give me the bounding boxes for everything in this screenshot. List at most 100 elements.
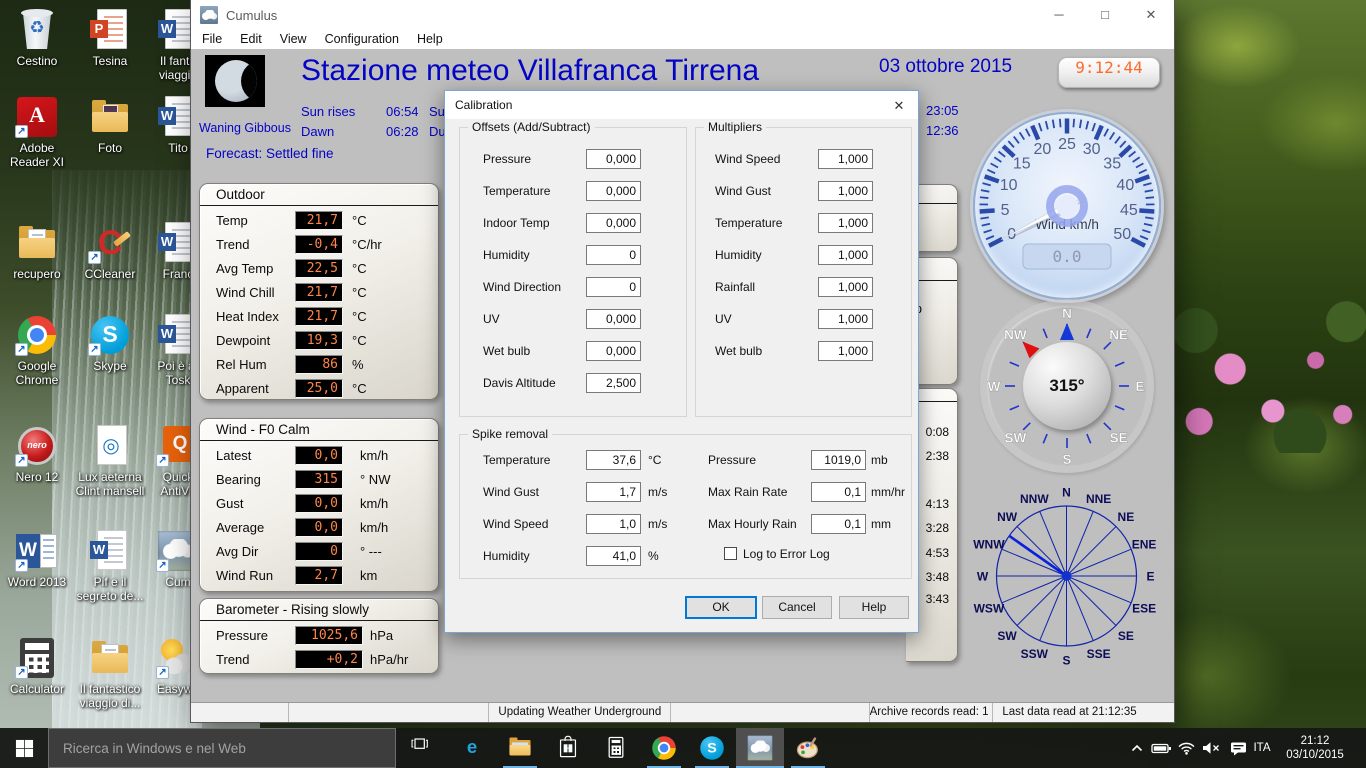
svg-text:10: 10 — [1000, 177, 1018, 194]
search-input[interactable]: Ricerca in Windows e nel Web — [48, 728, 396, 768]
taskbar-app-file-explorer[interactable] — [496, 728, 544, 768]
desktop-icon-label: Tesina — [74, 54, 146, 68]
desktop-icon-adobe-reader-xi[interactable]: AdobeReader XI — [1, 95, 73, 169]
offset-temperature-input[interactable]: 0,000 — [586, 181, 641, 201]
start-button[interactable] — [0, 728, 48, 768]
menu-item-edit[interactable]: Edit — [231, 30, 271, 49]
desktop-icon-nero-12[interactable]: Nero 12 — [1, 424, 73, 484]
dialog-titlebar[interactable]: Calibration ✕ — [445, 91, 918, 119]
wifi-icon[interactable] — [1174, 728, 1198, 768]
offset-wet-bulb-input[interactable]: 0,000 — [586, 341, 641, 361]
barometer-panel: Barometer - Rising slowly Pressure1025,6… — [199, 598, 439, 674]
desktop-icon-pif-e-il-segreto[interactable]: Pif e ilsegreto de... — [74, 529, 146, 603]
row-unit: °C — [352, 285, 367, 300]
svg-text:SSW: SSW — [1021, 647, 1049, 661]
multiplier-temperature-input[interactable]: 1,000 — [818, 213, 873, 233]
svg-text:NE: NE — [1109, 327, 1128, 342]
spike-temperature-input[interactable]: 37,6 — [586, 450, 641, 470]
spike-max-hourly-rain-input[interactable]: 0,1 — [811, 514, 866, 534]
taskbar-app-skype[interactable] — [688, 728, 736, 768]
desktop: CestinoTesinaIl fantaviaggioAdobeReader … — [0, 0, 1366, 768]
desktop-icon-label: AdobeReader XI — [1, 141, 73, 169]
taskbar-app-calculator[interactable] — [592, 728, 640, 768]
moon-icon — [215, 60, 257, 102]
taskbar-app-paint[interactable] — [784, 728, 832, 768]
spike-group-title: Spike removal — [468, 427, 552, 441]
offset-humidity-input[interactable]: 0 — [586, 245, 641, 265]
panel-divider — [200, 205, 438, 206]
menu-item-configuration[interactable]: Configuration — [316, 30, 408, 49]
desktop-icon-label: CCleaner — [74, 267, 146, 281]
language-indicator[interactable]: ITA — [1250, 728, 1274, 768]
battery-icon[interactable] — [1148, 728, 1174, 768]
offset-indoor-temp-input[interactable]: 0,000 — [586, 213, 641, 233]
clock-display[interactable]: 9:12:44 — [1058, 57, 1160, 88]
taskbar-app-store[interactable] — [544, 728, 592, 768]
tray-chevron-icon[interactable] — [1126, 728, 1148, 768]
wind-wind-run-value: 2,7 — [295, 566, 343, 585]
svg-text:N: N — [1062, 306, 1072, 321]
maximize-icon[interactable]: □ — [1082, 0, 1128, 30]
svg-text:E: E — [1135, 379, 1144, 394]
desktop-icon-google-chrome[interactable]: GoogleChrome — [1, 313, 73, 387]
cancel-button[interactable]: Cancel — [762, 596, 832, 619]
desktop-icon-tesina[interactable]: Tesina — [74, 8, 146, 68]
menu-item-help[interactable]: Help — [408, 30, 452, 49]
dialog-close-icon[interactable]: ✕ — [890, 97, 908, 115]
desktop-icon-ccleaner[interactable]: CCleaner — [74, 221, 146, 281]
row-label: Trend — [216, 237, 249, 252]
offset-davis-altitude-input[interactable]: 2,500 — [586, 373, 641, 393]
tray-clock[interactable]: 21:12 03/10/2015 — [1272, 728, 1358, 768]
help-button[interactable]: Help — [839, 596, 909, 619]
outdoor-panel: Outdoor Temp21,7°CTrend-0,4°C/hrAvg Temp… — [199, 183, 439, 400]
desktop-icon-il-fantastico-viaggio-folder[interactable]: Il fantasticoviaggio di... — [74, 636, 146, 710]
skype-icon — [88, 313, 132, 357]
desktop-icon-foto[interactable]: Foto — [74, 95, 146, 155]
taskbar-app-cumulus[interactable] — [736, 728, 784, 768]
offset-uv-input[interactable]: 0,000 — [586, 309, 641, 329]
multiplier-wet-bulb-input[interactable]: 1,000 — [818, 341, 873, 361]
chrome-icon — [15, 313, 59, 357]
wind-gust-value: 0,0 — [295, 494, 343, 513]
multiplier-humidity-input[interactable]: 1,000 — [818, 245, 873, 265]
minimize-icon[interactable]: ─ — [1036, 0, 1082, 30]
row-unit: °C — [352, 381, 367, 396]
menu-item-file[interactable]: File — [193, 30, 231, 49]
spike-wind-gust-input[interactable]: 1,7 — [586, 482, 641, 502]
desktop-icon-cestino[interactable]: Cestino — [1, 8, 73, 68]
multiplier-uv-input[interactable]: 1,000 — [818, 309, 873, 329]
volume-muted-icon[interactable] — [1198, 728, 1224, 768]
close-icon[interactable]: ✕ — [1128, 0, 1174, 30]
outdoor-avg-temp-value: 22,5 — [295, 259, 343, 278]
desktop-icon-recupero[interactable]: recupero — [1, 221, 73, 281]
spike-humidity-input[interactable]: 41,0 — [586, 546, 641, 566]
notification-icon[interactable] — [1226, 728, 1250, 768]
spike-wind-speed-input[interactable]: 1,0 — [586, 514, 641, 534]
ok-button[interactable]: OK — [685, 596, 757, 619]
log-to-error-log-checkbox[interactable] — [724, 547, 737, 560]
menu-item-view[interactable]: View — [271, 30, 316, 49]
search-placeholder: Ricerca in Windows e nel Web — [63, 741, 246, 756]
spike-max-rain-rate-input[interactable]: 0,1 — [811, 482, 866, 502]
multiplier-wind-gust-label: Wind Gust — [715, 184, 771, 198]
taskbar-app-task-view[interactable] — [400, 728, 448, 768]
multiplier-wind-speed-input[interactable]: 1,000 — [818, 149, 873, 169]
moon-phase-image — [205, 55, 265, 107]
window-titlebar[interactable]: Cumulus ─ □ ✕ — [191, 0, 1174, 30]
spike-pressure-input[interactable]: 1019,0 — [811, 450, 866, 470]
row-unit: °C — [352, 309, 367, 324]
offset-pressure-input[interactable]: 0,000 — [586, 149, 641, 169]
row-label: Dewpoint — [216, 333, 270, 348]
multiplier-wind-gust-input[interactable]: 1,000 — [818, 181, 873, 201]
multiplier-rainfall-input[interactable]: 1,000 — [818, 277, 873, 297]
taskbar-app-edge[interactable] — [448, 728, 496, 768]
row-unit: km — [360, 568, 377, 583]
desktop-icon-skype[interactable]: Skype — [74, 313, 146, 373]
desktop-icon-word-2013[interactable]: Word 2013 — [1, 529, 73, 589]
offset-wind-direction-input[interactable]: 0 — [586, 277, 641, 297]
desktop-icon-lux-aeterna[interactable]: Lux aeternaClint mansell — [74, 424, 146, 498]
desktop-icon-calculator[interactable]: Calculator — [1, 636, 73, 696]
taskbar-app-chrome[interactable] — [640, 728, 688, 768]
clipped-time-value: 3:48 — [926, 570, 949, 584]
unit-label: mm/hr — [871, 485, 905, 499]
